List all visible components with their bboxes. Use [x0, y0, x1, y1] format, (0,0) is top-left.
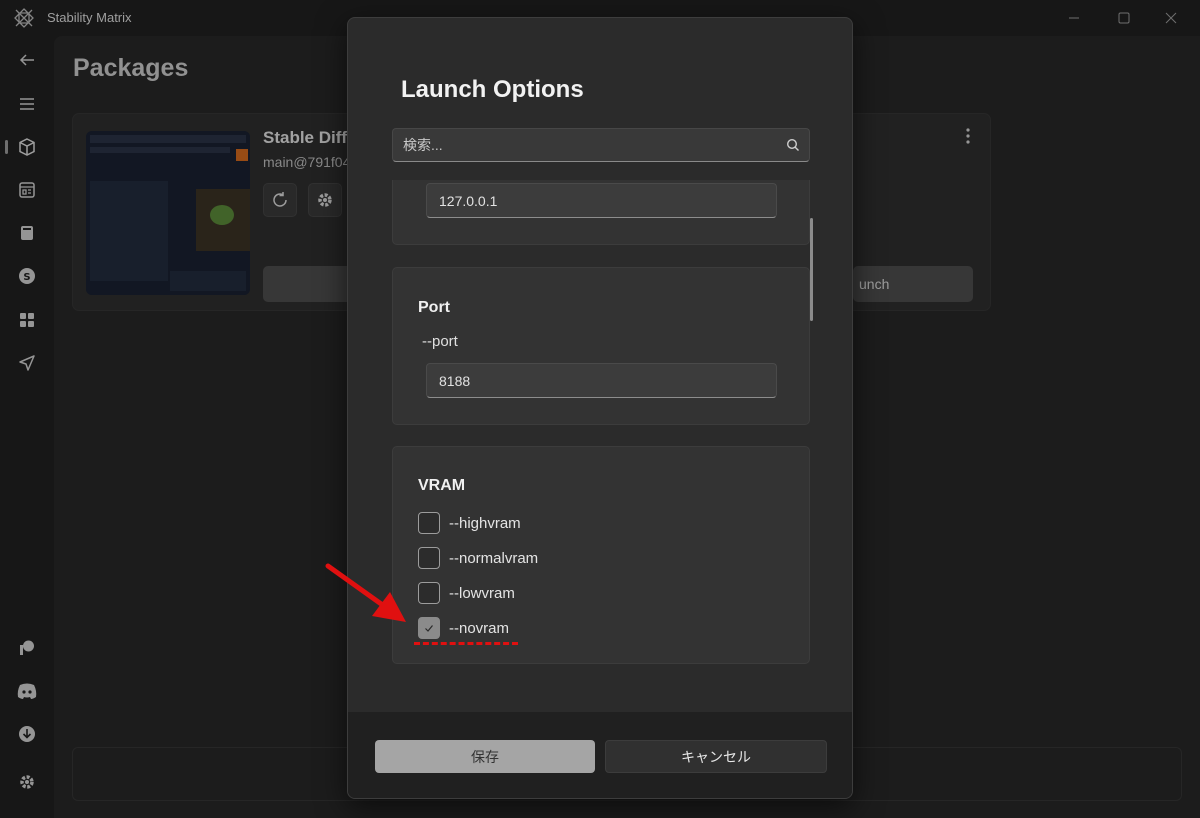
dialog-footer: 保存 キャンセル — [348, 712, 852, 798]
checkbox-lowvram[interactable]: --lowvram — [418, 581, 515, 605]
checkbox-label: --novram — [449, 619, 510, 637]
checkbox-novram[interactable]: --novram — [418, 616, 509, 640]
dialog-title: Launch Options — [401, 76, 584, 103]
checkbox-box[interactable] — [418, 582, 440, 604]
port-flag-label: --port — [422, 333, 458, 350]
options-list[interactable]: Port --port VRAM --highvram --normalvram… — [392, 180, 816, 710]
option-card-port: Port --port — [392, 267, 810, 425]
search-icon[interactable] — [786, 138, 800, 152]
annotation-arrow-icon — [325, 563, 406, 622]
checkbox-normalvram[interactable]: --normalvram — [418, 546, 538, 570]
checkbox-box[interactable] — [418, 512, 440, 534]
checkbox-box[interactable] — [418, 547, 440, 569]
port-field[interactable] — [426, 363, 777, 398]
checkbox-label: --normalvram — [449, 549, 539, 567]
option-card-host — [392, 180, 810, 245]
checkbox-highvram[interactable]: --highvram — [418, 511, 521, 535]
checkbox-box-checked[interactable] — [418, 617, 440, 639]
search-input[interactable] — [403, 129, 773, 161]
save-button[interactable]: 保存 — [375, 740, 595, 773]
option-card-vram: VRAM --highvram --normalvram --lowvram -… — [392, 446, 810, 664]
checkmark-icon — [425, 625, 433, 632]
port-title: Port — [418, 299, 450, 316]
launch-options-dialog: Launch Options Port --port VRAM --highvr… — [347, 17, 853, 799]
annotation-underline — [414, 641, 518, 645]
search-box — [392, 128, 810, 162]
checkbox-label: --lowvram — [449, 584, 515, 602]
checkbox-label: --highvram — [449, 514, 521, 532]
host-field[interactable] — [426, 183, 777, 218]
vram-title: VRAM — [418, 477, 466, 494]
cancel-button[interactable]: キャンセル — [605, 740, 827, 773]
scrollbar-thumb[interactable] — [810, 218, 813, 321]
